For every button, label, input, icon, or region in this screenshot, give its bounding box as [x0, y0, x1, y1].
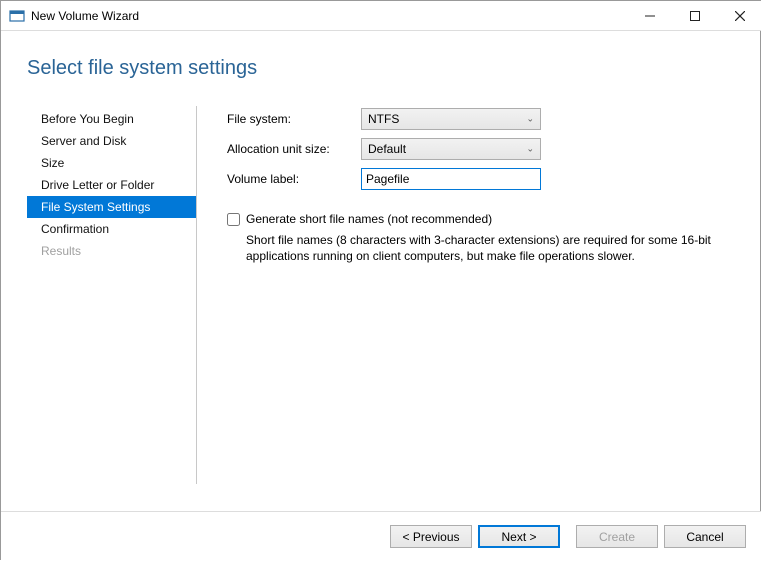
settings-panel: File system: NTFS ⌄ Allocation unit size…	[197, 106, 732, 484]
previous-button[interactable]: < Previous	[390, 525, 472, 548]
close-button[interactable]	[717, 1, 761, 30]
volume-label-input[interactable]	[361, 168, 541, 190]
file-system-value: NTFS	[368, 112, 399, 126]
app-icon	[9, 8, 25, 24]
step-results: Results	[27, 240, 196, 262]
file-system-dropdown[interactable]: NTFS ⌄	[361, 108, 541, 130]
chevron-down-icon: ⌄	[526, 144, 534, 155]
step-server-and-disk[interactable]: Server and Disk	[27, 130, 196, 152]
step-before-you-begin[interactable]: Before You Begin	[27, 108, 196, 130]
window-controls	[627, 1, 761, 30]
step-size[interactable]: Size	[27, 152, 196, 174]
window-title: New Volume Wizard	[31, 9, 627, 23]
step-confirmation[interactable]: Confirmation	[27, 218, 196, 240]
chevron-down-icon: ⌄	[526, 114, 534, 125]
title-bar: New Volume Wizard	[1, 1, 761, 31]
minimize-button[interactable]	[627, 1, 672, 30]
allocation-value: Default	[368, 142, 406, 156]
short-names-help: Short file names (8 characters with 3-ch…	[246, 232, 726, 264]
maximize-button[interactable]	[672, 1, 717, 30]
next-button[interactable]: Next >	[478, 525, 560, 548]
file-system-label: File system:	[227, 112, 361, 126]
wizard-steps-sidebar: Before You Begin Server and Disk Size Dr…	[27, 106, 197, 484]
allocation-label: Allocation unit size:	[227, 142, 361, 156]
cancel-button[interactable]: Cancel	[664, 525, 746, 548]
wizard-footer: < Previous Next > Create Cancel	[1, 511, 761, 561]
step-file-system-settings[interactable]: File System Settings	[27, 196, 196, 218]
create-button[interactable]: Create	[576, 525, 658, 548]
short-names-label: Generate short file names (not recommend…	[246, 212, 492, 226]
volume-label-label: Volume label:	[227, 172, 361, 186]
short-names-checkbox[interactable]	[227, 213, 240, 226]
allocation-dropdown[interactable]: Default ⌄	[361, 138, 541, 160]
step-drive-letter[interactable]: Drive Letter or Folder	[27, 174, 196, 196]
page-heading: Select file system settings	[27, 57, 732, 80]
